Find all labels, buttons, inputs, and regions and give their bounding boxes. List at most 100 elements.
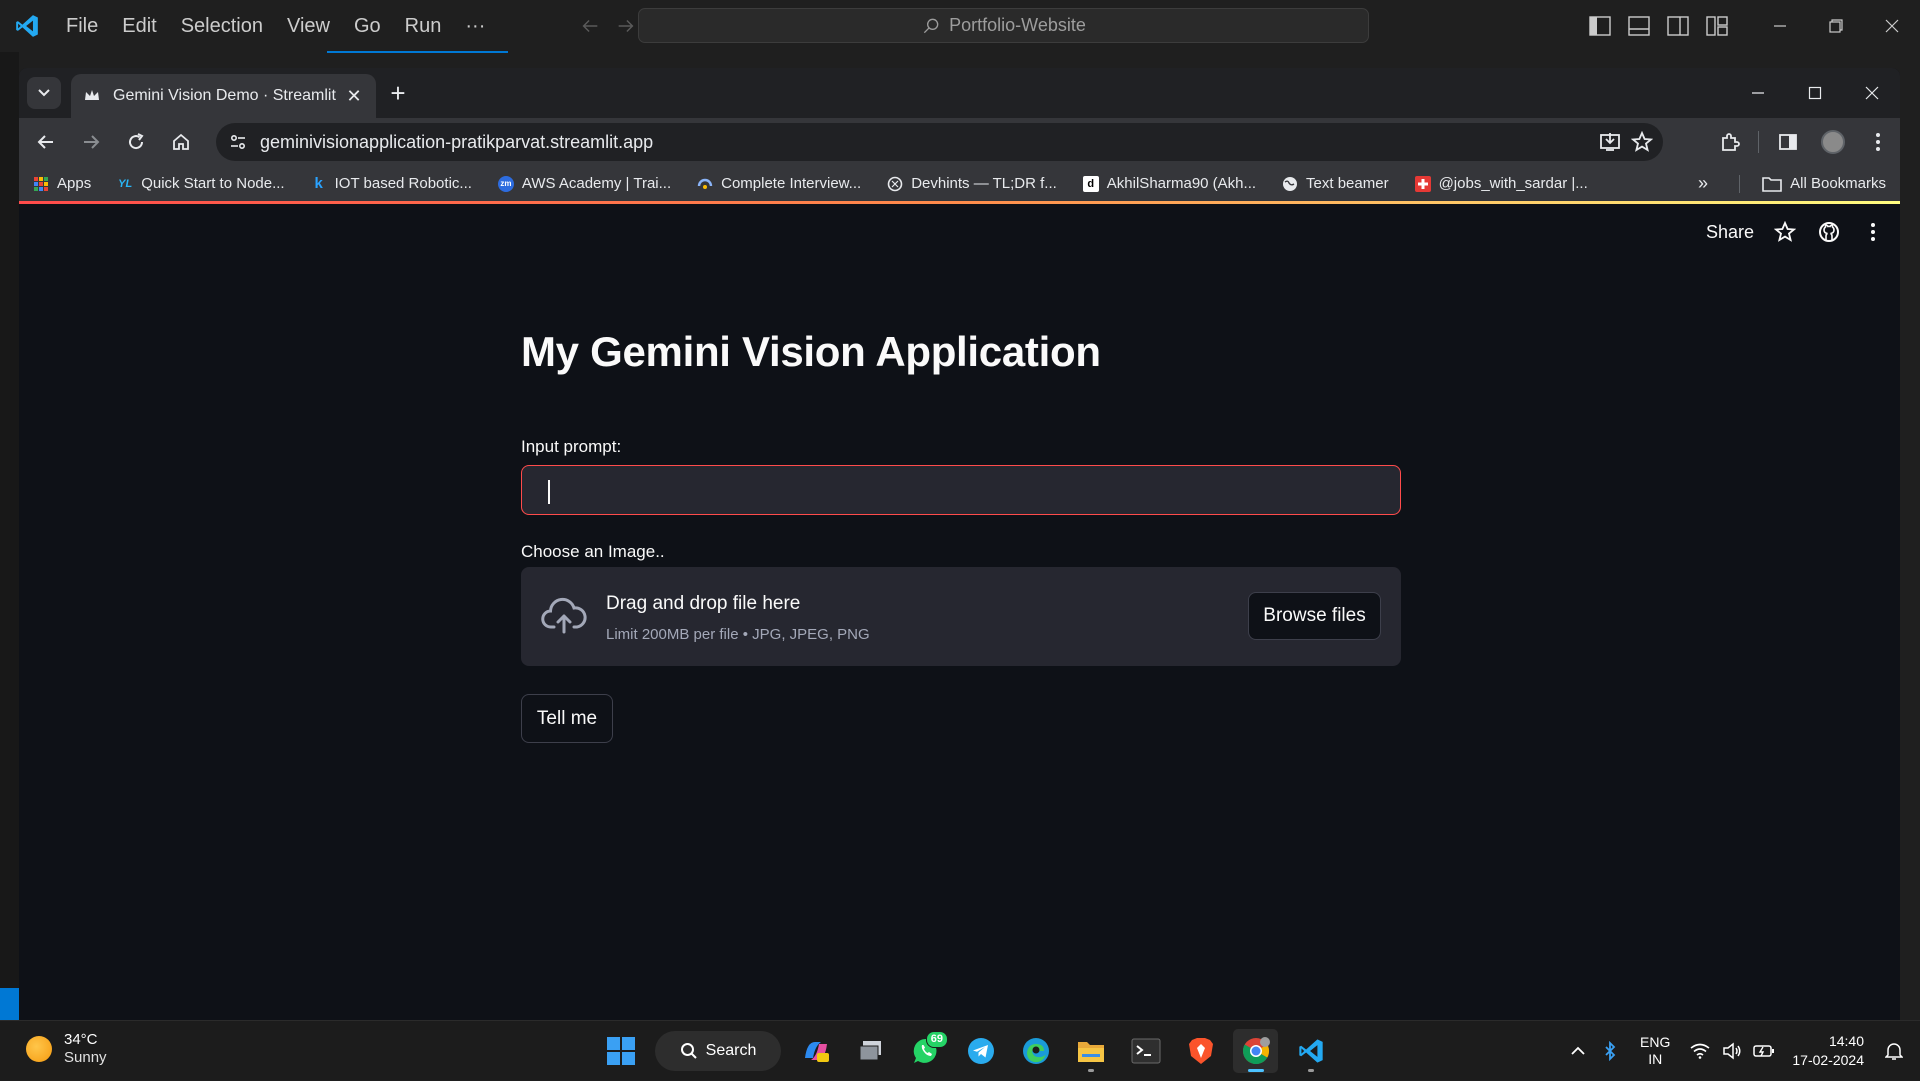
language-code: ENG	[1640, 1034, 1671, 1050]
back-arrow-icon[interactable]	[579, 15, 601, 37]
forward-arrow-icon[interactable]	[68, 118, 113, 166]
close-icon[interactable]	[1843, 68, 1900, 118]
install-app-icon[interactable]	[1599, 131, 1621, 153]
bookmark-github-akhil[interactable]: d AkhilSharma90 (Akh...	[1082, 175, 1256, 192]
browse-files-button[interactable]: Browse files	[1248, 592, 1381, 640]
volume-icon[interactable]	[1716, 1021, 1748, 1081]
all-bookmarks-button[interactable]: All Bookmarks	[1762, 166, 1886, 201]
edge-icon[interactable]	[1013, 1029, 1058, 1073]
vscode-command-search[interactable]: Portfolio-Website	[638, 8, 1369, 43]
streamlit-toolbar: Share	[1706, 214, 1886, 250]
toggle-secondary-sidebar-icon[interactable]	[1658, 0, 1697, 52]
bookmark-apps[interactable]: Apps	[33, 175, 91, 192]
text-caret	[548, 480, 550, 504]
side-panel-icon[interactable]	[1765, 118, 1810, 166]
copilot-icon[interactable]	[793, 1029, 838, 1073]
toggle-panel-icon[interactable]	[1619, 0, 1658, 52]
image-uploader-label: Choose an Image..	[521, 542, 665, 561]
menu-go[interactable]: Go	[342, 0, 393, 52]
wifi-icon[interactable]	[1684, 1021, 1716, 1081]
new-tab-button[interactable]: +	[383, 78, 413, 108]
whatsapp-icon[interactable]: 69	[903, 1029, 948, 1073]
bookmarks-overflow-button[interactable]: »	[1698, 166, 1708, 201]
share-button[interactable]: Share	[1706, 222, 1754, 243]
reload-icon[interactable]	[113, 118, 158, 166]
bookmark-text-beamer[interactable]: Text beamer	[1282, 175, 1389, 192]
menu-view[interactable]: View	[275, 0, 342, 52]
k-icon: k	[314, 175, 323, 192]
clock[interactable]: 14:40 17-02-2024	[1792, 1032, 1864, 1070]
main-menu-kebab-icon[interactable]	[1860, 219, 1886, 245]
system-tray: ENG IN 14:40 17-02-2024	[1562, 1021, 1920, 1081]
input-language[interactable]: ENG IN	[1640, 1034, 1670, 1068]
profile-avatar[interactable]	[1810, 118, 1855, 166]
task-view-icon[interactable]	[848, 1029, 893, 1073]
gfg-icon	[697, 176, 713, 192]
vscode-logo-icon[interactable]	[0, 0, 54, 52]
battery-icon[interactable]	[1748, 1021, 1780, 1081]
menu-selection[interactable]: Selection	[169, 0, 275, 52]
chrome-menu-kebab-icon[interactable]	[1855, 118, 1900, 166]
file-explorer-icon[interactable]	[1068, 1029, 1113, 1073]
forward-arrow-icon[interactable]	[615, 15, 637, 37]
clock-time: 14:40	[1828, 1033, 1864, 1049]
bookmark-jobs[interactable]: @jobs_with_sardar |...	[1414, 175, 1588, 192]
bookmark-aws[interactable]: zm AWS Academy | Trai...	[497, 175, 672, 192]
telegram-icon[interactable]	[958, 1029, 1003, 1073]
toggle-primary-sidebar-icon[interactable]	[1580, 0, 1619, 52]
menu-run[interactable]: Run	[393, 0, 454, 52]
windows-start-icon[interactable]	[598, 1029, 643, 1073]
weather-temperature: 34°C	[64, 1031, 98, 1048]
vscode-status-remote[interactable]	[0, 988, 19, 1020]
close-icon[interactable]	[1864, 0, 1920, 52]
chrome-tab-active[interactable]: Gemini Vision Demo · Streamlit ✕	[71, 74, 376, 118]
bookmark-star-icon[interactable]	[1631, 131, 1653, 153]
omnibox-actions	[1599, 131, 1663, 153]
restore-icon[interactable]	[1808, 0, 1864, 52]
devhints-icon	[887, 176, 903, 192]
chrome-icon[interactable]	[1233, 1029, 1278, 1073]
extensions-puzzle-icon[interactable]	[1707, 118, 1752, 166]
address-bar[interactable]: geminivisionapplication-pratikparvat.str…	[216, 123, 1663, 161]
folder-icon	[1762, 176, 1782, 192]
github-icon[interactable]	[1816, 219, 1842, 245]
chevron-up-icon[interactable]	[1562, 1021, 1594, 1081]
home-icon[interactable]	[158, 118, 203, 166]
taskbar-apps: Search 69	[598, 1029, 1333, 1073]
notification-badge: 69	[925, 1031, 948, 1048]
bookmark-devhints[interactable]: Devhints — TL;DR f...	[887, 175, 1057, 192]
vscode-nav	[579, 15, 637, 37]
minimize-icon[interactable]	[1752, 0, 1808, 52]
notification-bell-icon[interactable]	[1878, 1021, 1910, 1081]
tell-me-button[interactable]: Tell me	[521, 694, 613, 743]
clock-date: 17-02-2024	[1792, 1052, 1864, 1068]
tab-search-chevron-icon[interactable]	[27, 77, 61, 109]
prompt-input[interactable]	[521, 465, 1401, 515]
menu-file[interactable]: File	[54, 0, 110, 52]
bluetooth-icon[interactable]	[1594, 1021, 1626, 1081]
bookmark-node[interactable]: YL Quick Start to Node...	[117, 175, 284, 192]
bookmark-label: Complete Interview...	[721, 175, 862, 192]
brave-icon[interactable]	[1178, 1029, 1223, 1073]
bookmark-interview[interactable]: Complete Interview...	[697, 175, 861, 192]
star-icon[interactable]	[1772, 219, 1798, 245]
weather-widget[interactable]: 34°C Sunny	[26, 1031, 107, 1067]
customize-layout-icon[interactable]	[1697, 0, 1736, 52]
chrome-toolbar: geminivisionapplication-pratikparvat.str…	[19, 118, 1900, 166]
globe-icon	[1282, 176, 1298, 192]
taskbar-search-label: Search	[705, 1042, 757, 1059]
tab-close-icon[interactable]: ✕	[344, 86, 364, 106]
back-arrow-icon[interactable]	[23, 118, 68, 166]
file-dropzone[interactable]: Drag and drop file here Limit 200MB per …	[521, 567, 1401, 666]
minimize-icon[interactable]	[1729, 68, 1786, 118]
bookmark-iot[interactable]: k IOT based Robotic...	[311, 175, 471, 192]
bookmark-label: AWS Academy | Trai...	[521, 175, 672, 192]
site-info-tune-icon[interactable]	[216, 132, 260, 152]
menu-more[interactable]: ···	[453, 0, 497, 52]
terminal-icon[interactable]	[1123, 1029, 1168, 1073]
vscode-taskbar-icon[interactable]	[1288, 1029, 1333, 1073]
taskbar-search[interactable]: Search	[655, 1031, 781, 1071]
weather-condition: Sunny	[64, 1049, 107, 1066]
menu-edit[interactable]: Edit	[110, 0, 168, 52]
maximize-icon[interactable]	[1786, 68, 1843, 118]
